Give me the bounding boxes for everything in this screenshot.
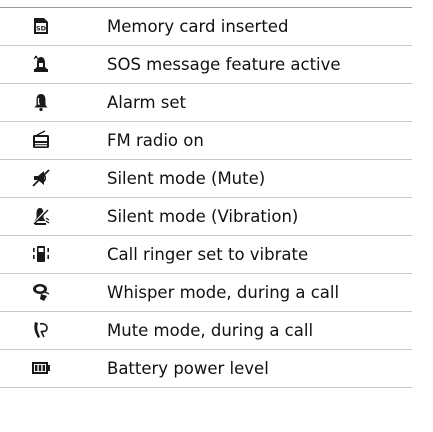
silent-mute-icon bbox=[30, 167, 52, 189]
mute-call-icon bbox=[30, 319, 52, 341]
table-row: Mute mode, during a call bbox=[0, 312, 412, 350]
row-description: FM radio on bbox=[107, 131, 204, 150]
row-description: Alarm set bbox=[107, 93, 187, 112]
row-description: Silent mode (Vibration) bbox=[107, 207, 299, 226]
fm-radio-icon bbox=[30, 129, 52, 151]
table-row: Whisper mode, during a call bbox=[0, 274, 412, 312]
battery-icon bbox=[30, 357, 52, 379]
row-description: Memory card inserted bbox=[107, 17, 289, 36]
table-row: SOS message feature active bbox=[0, 46, 412, 84]
sos-message-icon bbox=[30, 53, 52, 75]
row-description: Call ringer set to vibrate bbox=[107, 245, 309, 264]
svg-text:SD: SD bbox=[36, 25, 47, 33]
vibrate-ringer-icon bbox=[30, 243, 52, 265]
table-row: FM radio on bbox=[0, 122, 412, 160]
row-description: Silent mode (Mute) bbox=[107, 169, 266, 188]
silent-vibration-icon bbox=[30, 205, 52, 227]
row-description: Battery power level bbox=[107, 359, 269, 378]
icon-table: SD Memory card inserted SOS message feat… bbox=[0, 0, 412, 388]
table-row: Battery power level bbox=[0, 350, 412, 388]
table-row: SD Memory card inserted bbox=[0, 8, 412, 46]
row-description: Whisper mode, during a call bbox=[107, 283, 340, 302]
memory-card-icon: SD bbox=[30, 15, 52, 37]
whisper-mode-icon bbox=[30, 281, 52, 303]
table-row: Silent mode (Mute) bbox=[0, 160, 412, 198]
table-row: Call ringer set to vibrate bbox=[0, 236, 412, 274]
alarm-icon bbox=[30, 91, 52, 113]
row-description: SOS message feature active bbox=[107, 55, 341, 74]
table-row: Alarm set bbox=[0, 84, 412, 122]
table-row: Silent mode (Vibration) bbox=[0, 198, 412, 236]
row-description: Mute mode, during a call bbox=[107, 321, 314, 340]
